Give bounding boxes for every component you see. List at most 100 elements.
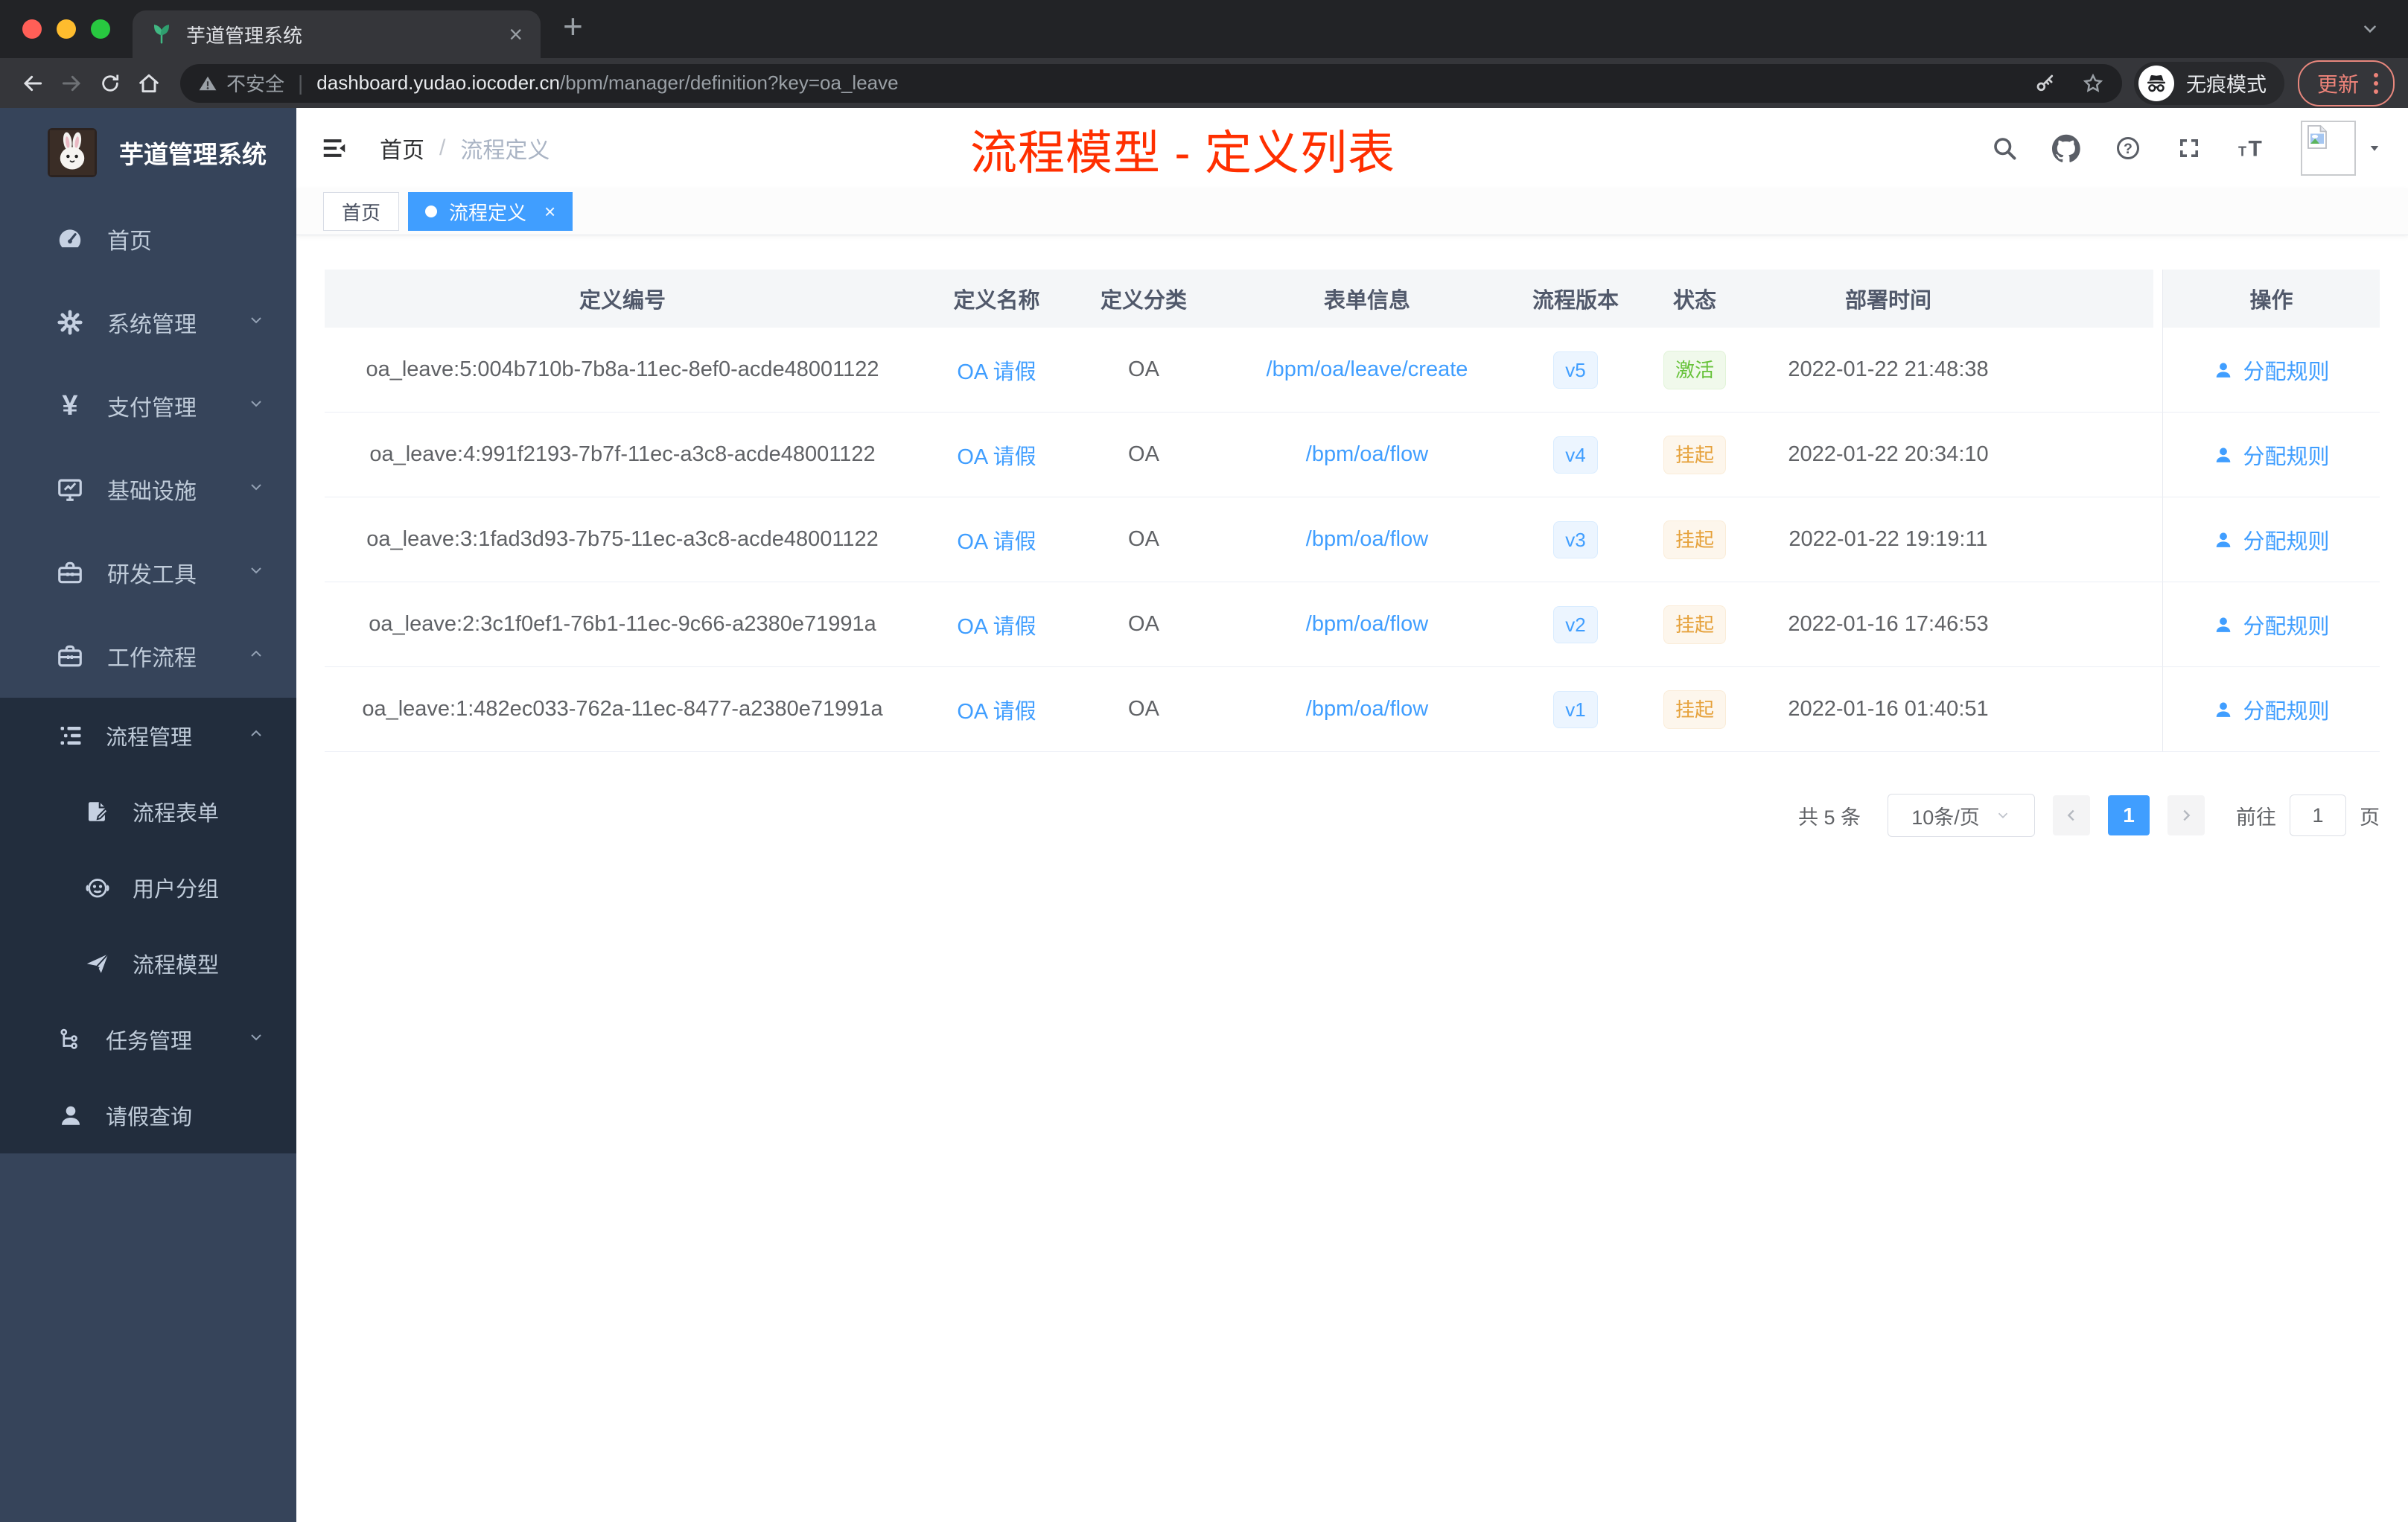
browser-toolbar: 不安全 | dashboard.yudao.iocoder.cn/bpm/man…: [0, 58, 2408, 108]
sidebar-item-label: 请假查询: [106, 1106, 193, 1130]
document-edit-icon: [83, 797, 112, 826]
next-page-button[interactable]: [2167, 795, 2205, 835]
zoom-window-button[interactable]: [91, 19, 110, 39]
cell-id: oa_leave:2:3c1f0ef1-76b1-11ec-9c66-a2380…: [369, 612, 876, 636]
main-area: 流程模型 - 定义列表 首页 / 流程定义 ? T T 首页 流程定义 × 定义…: [296, 108, 2408, 1522]
form-link[interactable]: /bpm/oa/flow: [1306, 527, 1428, 552]
table-row: oa_leave:2:3c1f0ef1-76b1-11ec-9c66-a2380…: [325, 582, 2380, 667]
definition-name-link[interactable]: OA 请假: [957, 609, 1036, 640]
definition-name-link[interactable]: OA 请假: [957, 694, 1036, 725]
security-label[interactable]: 不安全: [226, 69, 284, 97]
page-content: 定义编号 定义名称 定义分类 表单信息 流程版本 状态 部署时间 操作 oa_l…: [296, 235, 2408, 1522]
breadcrumb-home[interactable]: 首页: [380, 132, 424, 165]
pagination-goto: 前往 页: [2236, 795, 2380, 836]
breadcrumb: 首页 / 流程定义: [380, 132, 550, 165]
form-link[interactable]: /bpm/oa/flow: [1306, 612, 1428, 637]
github-icon[interactable]: [2052, 134, 2080, 162]
form-link[interactable]: /bpm/oa/leave/create: [1267, 357, 1468, 382]
kebab-menu-icon[interactable]: [2374, 72, 2378, 94]
sidebar-item-leave-query[interactable]: 请假查询: [0, 1077, 296, 1153]
address-bar[interactable]: 不安全 | dashboard.yudao.iocoder.cn/bpm/man…: [180, 63, 2122, 103]
forward-button[interactable]: [52, 64, 91, 103]
page-number-button[interactable]: 1: [2108, 795, 2150, 835]
definition-name-link[interactable]: OA 请假: [957, 524, 1036, 555]
assign-rule-button[interactable]: 分配规则: [2213, 694, 2330, 725]
definition-name-link[interactable]: OA 请假: [957, 439, 1036, 471]
window-controls[interactable]: [22, 19, 110, 39]
assign-rule-button[interactable]: 分配规则: [2213, 439, 2330, 471]
assign-rule-button[interactable]: 分配规则: [2213, 524, 2330, 555]
version-badge: v5: [1553, 351, 1598, 389]
form-link[interactable]: /bpm/oa/flow: [1306, 442, 1428, 467]
column-header-name: 定义名称: [920, 270, 1073, 328]
browser-tabstrip: 芋道管理系统 × +: [0, 0, 2408, 58]
sidebar-item-process-model[interactable]: 流程模型: [0, 926, 296, 1002]
assign-rule-button[interactable]: 分配规则: [2213, 609, 2330, 640]
browser-tab[interactable]: 芋道管理系统 ×: [133, 10, 541, 58]
cell-category: OA: [1128, 612, 1159, 636]
app-logo-row[interactable]: 芋道管理系统: [0, 108, 296, 197]
sidebar-item-label: 支付管理: [107, 396, 197, 421]
tree-list-icon: [57, 722, 85, 750]
sidebar-item-workflow[interactable]: 工作流程: [0, 614, 296, 698]
font-size-icon[interactable]: TT: [2237, 135, 2267, 162]
home-button[interactable]: [130, 64, 168, 103]
column-header-version: 流程版本: [1520, 270, 1631, 328]
fullscreen-icon[interactable]: [2176, 135, 2202, 162]
version-badge: v3: [1553, 520, 1598, 558]
tab-close-icon[interactable]: ×: [509, 21, 523, 48]
sidebar-item-process-form[interactable]: 流程表单: [0, 774, 296, 850]
help-icon[interactable]: ?: [2115, 135, 2141, 162]
cell-id: oa_leave:1:482ec033-762a-11ec-8477-a2380…: [362, 697, 883, 721]
page-url[interactable]: dashboard.yudao.iocoder.cn/bpm/manager/d…: [316, 71, 898, 95]
user-icon: [2217, 701, 2231, 717]
close-window-button[interactable]: [22, 19, 42, 39]
definition-name-link[interactable]: OA 请假: [957, 354, 1036, 386]
new-tab-button[interactable]: +: [563, 9, 583, 43]
minimize-window-button[interactable]: [57, 19, 76, 39]
sidebar-item-task-management[interactable]: 任务管理: [0, 1002, 296, 1077]
action-link-label: 分配规则: [2243, 699, 2330, 724]
cell-deploy-time: 2022-01-22 20:34:10: [1788, 442, 1989, 466]
goto-page-input[interactable]: [2290, 795, 2346, 836]
incognito-icon: [2138, 65, 2174, 101]
user-avatar-menu[interactable]: [2301, 121, 2381, 176]
prev-page-button[interactable]: [2053, 795, 2090, 835]
password-key-icon[interactable]: [2034, 72, 2057, 95]
bookmark-star-icon[interactable]: [2082, 72, 2104, 95]
tab-search-chevron-icon[interactable]: [2360, 19, 2380, 42]
sidebar-item-process-management[interactable]: 流程管理: [0, 698, 296, 774]
url-path: /bpm/manager/definition?key=oa_leave: [560, 71, 899, 94]
tag-home[interactable]: 首页: [323, 192, 400, 231]
form-link[interactable]: /bpm/oa/flow: [1306, 697, 1428, 722]
sidebar-item-system[interactable]: 系统管理: [0, 281, 296, 364]
browser-menu-update-button[interactable]: 更新: [2297, 60, 2395, 106]
version-badge: v2: [1553, 605, 1598, 643]
cell-id: oa_leave:4:991f2193-7b7f-11ec-a3c8-acde4…: [369, 442, 876, 466]
sidebar-item-label: 工作流程: [107, 646, 197, 671]
sidebar-item-user-group[interactable]: 用户分组: [0, 850, 296, 926]
version-badge: v4: [1553, 436, 1598, 474]
column-header-filler: [2019, 270, 2153, 328]
table-row: oa_leave:1:482ec033-762a-11ec-8477-a2380…: [325, 667, 2380, 752]
definition-table: 定义编号 定义名称 定义分类 表单信息 流程版本 状态 部署时间 操作 oa_l…: [325, 270, 2380, 752]
sidebar-item-dev-tools[interactable]: 研发工具: [0, 531, 296, 614]
chevron-down-icon: [247, 477, 265, 502]
incognito-label: 无痕模式: [2185, 74, 2267, 96]
column-header-category: 定义分类: [1073, 270, 1214, 328]
sidebar-item-infrastructure[interactable]: 基础设施: [0, 448, 296, 531]
back-button[interactable]: [13, 64, 52, 103]
security-warning-icon[interactable]: [198, 74, 217, 93]
search-icon[interactable]: [1991, 135, 2018, 162]
assign-rule-button[interactable]: 分配规则: [2213, 354, 2330, 386]
sidebar-item-home[interactable]: 首页: [0, 197, 296, 281]
chevron-down-icon: [247, 393, 265, 418]
sidebar-item-payment[interactable]: ¥ 支付管理: [0, 364, 296, 448]
app-window: 芋道管理系统 首页 系统管理 ¥ 支付管理 基础设施 研发工具 工作流程 流程管…: [0, 108, 2408, 1522]
tag-process-definition[interactable]: 流程定义 ×: [408, 192, 573, 231]
reload-button[interactable]: [91, 64, 130, 103]
page-size-select[interactable]: 10条/页: [1888, 794, 2035, 837]
user-icon: [2217, 617, 2231, 632]
tag-close-icon[interactable]: ×: [544, 200, 555, 223]
sidebar-collapse-icon[interactable]: [320, 134, 348, 162]
